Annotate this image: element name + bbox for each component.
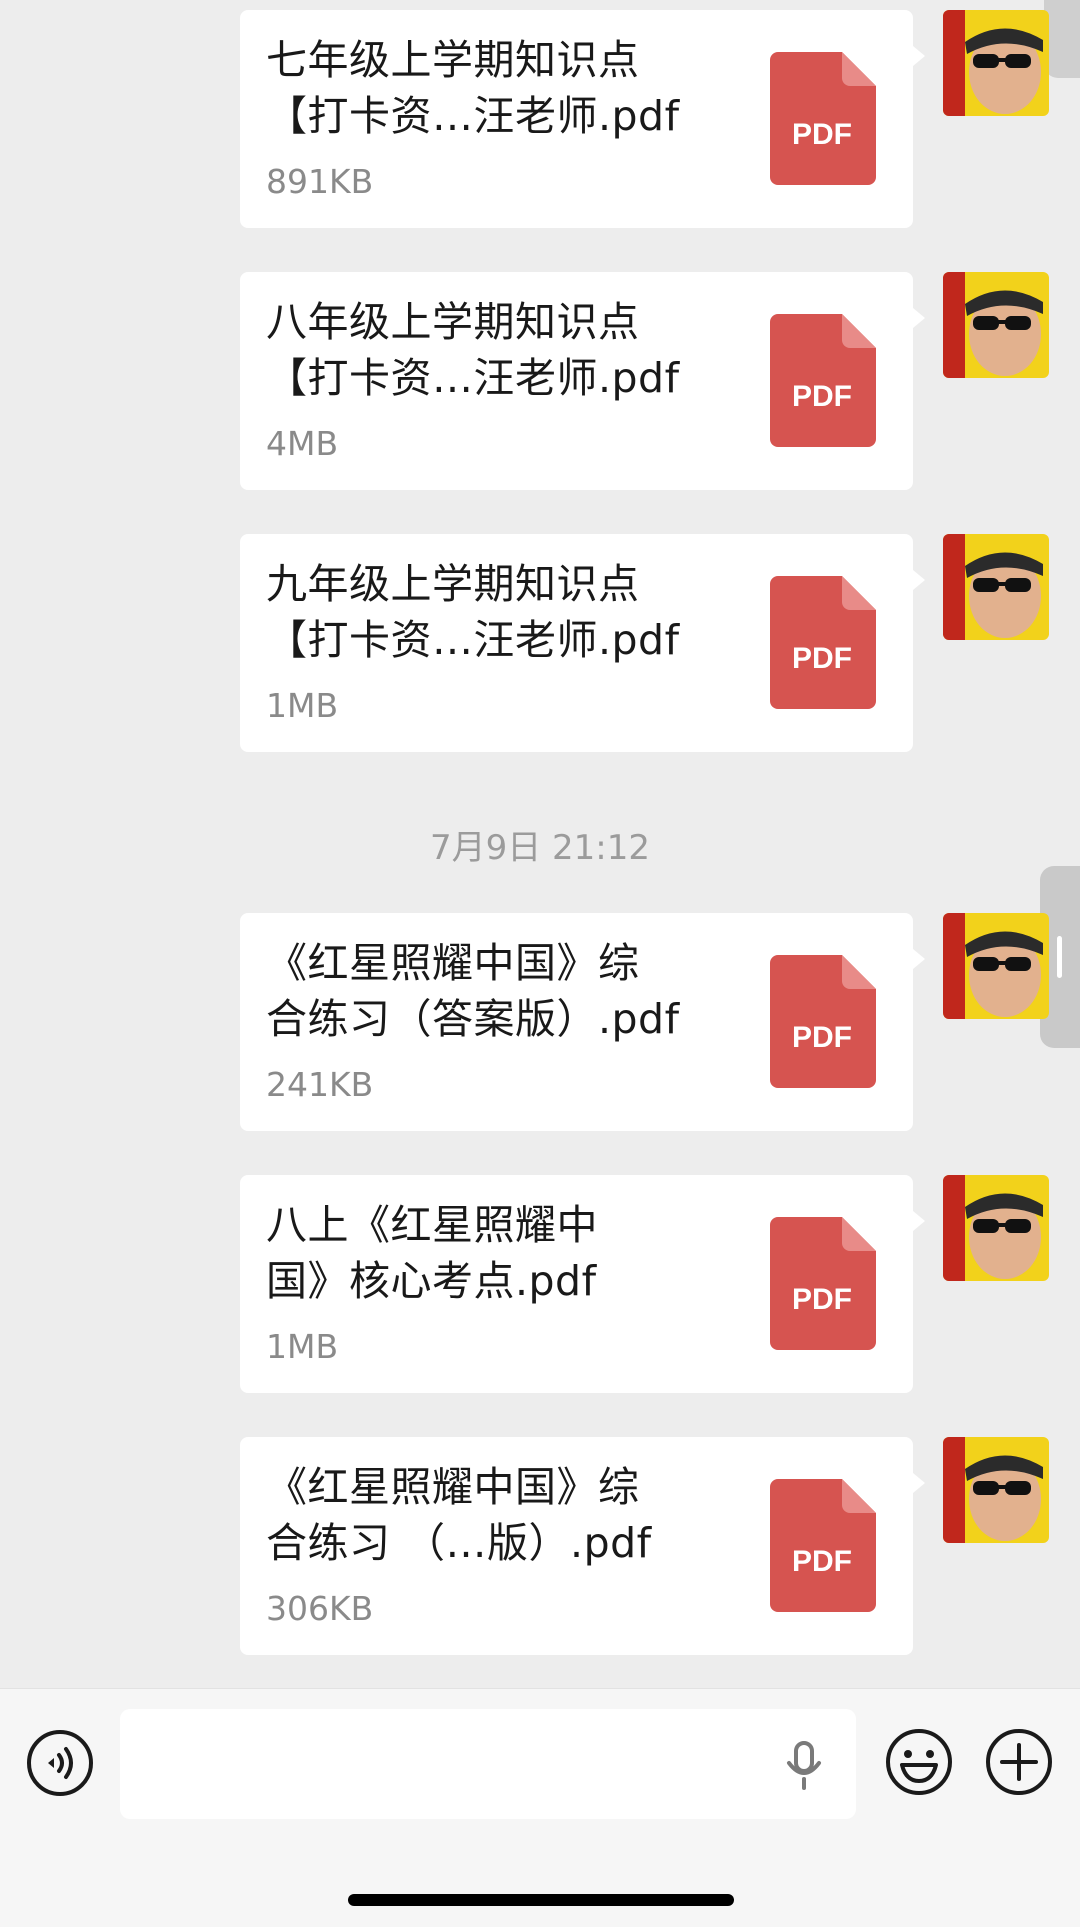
file-size: 891KB: [266, 162, 374, 201]
input-toolbar: [0, 1688, 1080, 1927]
file-name: 八上《红星照耀中 国》核心考点.pdf: [266, 1201, 598, 1305]
scroll-handle-top[interactable]: [1044, 0, 1080, 78]
file-bubble[interactable]: 八上《红星照耀中 国》核心考点.pdf 1MB PDF: [240, 1175, 925, 1393]
pdf-label: PDF: [792, 380, 852, 413]
file-bubble[interactable]: 九年级上学期知识点 【打卡资…汪老师.pdf 1MB PDF: [240, 534, 925, 752]
file-name: 《红星照耀中国》综 合练习（答案版）.pdf: [266, 939, 680, 1043]
pdf-file-icon: PDF: [770, 1217, 876, 1350]
avatar[interactable]: [943, 1175, 1049, 1281]
file-size: 4MB: [266, 424, 339, 463]
avatar[interactable]: [943, 272, 1049, 378]
voice-mode-icon[interactable]: [26, 1729, 94, 1797]
avatar[interactable]: [943, 913, 1049, 1019]
file-name: 七年级上学期知识点 【打卡资…汪老师.pdf: [266, 36, 680, 140]
file-bubble[interactable]: 八年级上学期知识点 【打卡资…汪老师.pdf 4MB PDF: [240, 272, 925, 490]
microphone-icon[interactable]: [784, 1741, 824, 1791]
pdf-file-icon: PDF: [770, 314, 876, 447]
file-size: 1MB: [266, 1327, 339, 1366]
pdf-file-icon: PDF: [770, 955, 876, 1088]
avatar[interactable]: [943, 1437, 1049, 1543]
file-size: 306KB: [266, 1589, 374, 1628]
emoji-icon[interactable]: [884, 1727, 954, 1797]
message-input[interactable]: [120, 1709, 856, 1819]
file-name: 八年级上学期知识点 【打卡资…汪老师.pdf: [266, 298, 680, 402]
pdf-file-icon: PDF: [770, 52, 876, 185]
avatar[interactable]: [943, 10, 1049, 116]
file-size: 1MB: [266, 686, 339, 725]
plus-icon[interactable]: [984, 1727, 1054, 1797]
file-bubble[interactable]: 七年级上学期知识点 【打卡资…汪老师.pdf 891KB PDF: [240, 10, 925, 228]
pdf-label: PDF: [792, 1021, 852, 1054]
chat-timestamp: 7月9日 21:12: [429, 828, 651, 868]
file-size: 241KB: [266, 1065, 374, 1104]
pdf-label: PDF: [792, 642, 852, 675]
file-bubble[interactable]: 《红星照耀中国》综 合练习（答案版）.pdf 241KB PDF: [240, 913, 925, 1131]
pdf-label: PDF: [792, 118, 852, 151]
file-name: 《红星照耀中国》综 合练习 （…版）.pdf: [266, 1463, 652, 1567]
file-bubble[interactable]: 《红星照耀中国》综 合练习 （…版）.pdf 306KB PDF: [240, 1437, 925, 1655]
file-name: 九年级上学期知识点 【打卡资…汪老师.pdf: [266, 560, 680, 664]
avatar[interactable]: [943, 534, 1049, 640]
pdf-label: PDF: [792, 1283, 852, 1316]
pdf-label: PDF: [792, 1545, 852, 1578]
home-indicator[interactable]: [348, 1894, 734, 1906]
pdf-file-icon: PDF: [770, 576, 876, 709]
pdf-file-icon: PDF: [770, 1479, 876, 1612]
